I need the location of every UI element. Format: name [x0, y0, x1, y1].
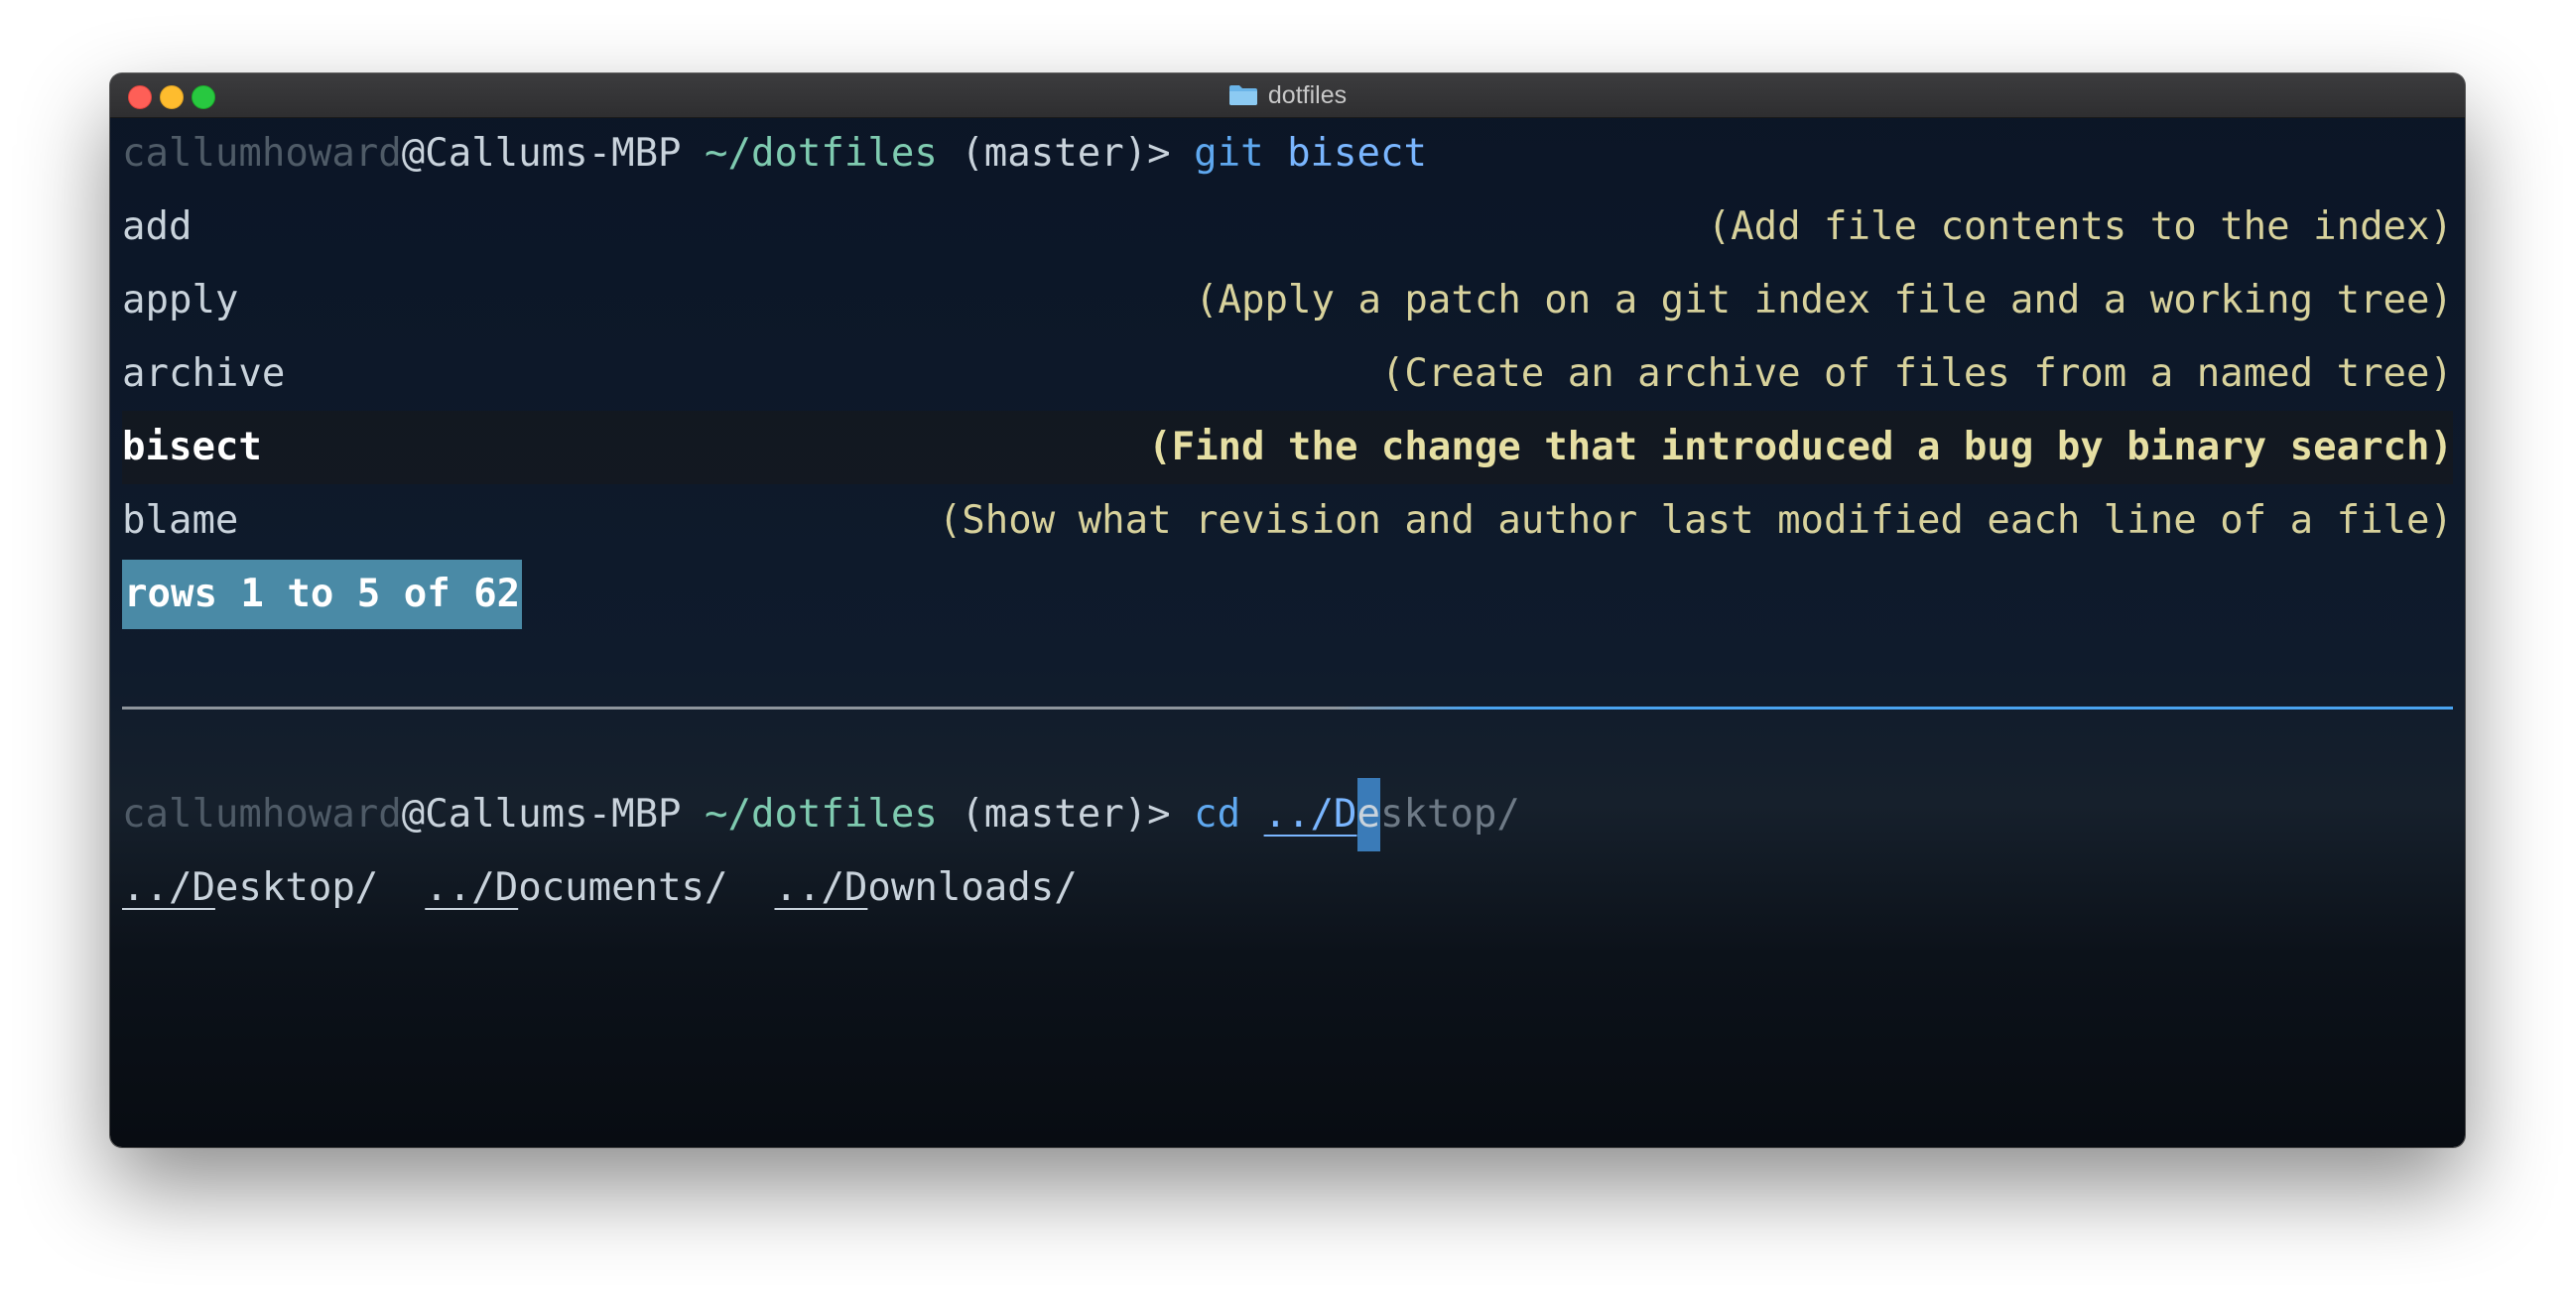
completion-prefix: ../D — [425, 865, 519, 910]
title-bar[interactable]: dotfiles — [110, 73, 2465, 118]
dir-completion-desktop[interactable]: ../Desktop/ — [122, 865, 378, 910]
prompt-line-2[interactable]: callumhoward@Callums-MBP ~/dotfiles (mas… — [122, 778, 2453, 851]
prompt-host: @Callums-MBP — [401, 131, 682, 176]
prompt-path: ~/dotfiles — [705, 792, 938, 837]
dir-completion-downloads[interactable]: ../Downloads/ — [774, 865, 1077, 910]
command-name: cd — [1194, 792, 1241, 837]
pager-status: rows 1 to 5 of 62 — [122, 560, 523, 629]
completion-desc: (Create an archive of files from a named… — [1380, 351, 2453, 396]
window-title: dotfiles — [1267, 80, 1348, 109]
text-cursor: e — [1356, 778, 1380, 851]
prompt-user: callumhoward — [122, 131, 402, 176]
prompt-branch: (master)> — [961, 792, 1171, 837]
dir-completion-documents[interactable]: ../Documents/ — [425, 865, 727, 910]
completion-prefix: ../D — [774, 865, 868, 910]
dir-completions: ../Desktop/ ../Documents/ ../Downloads/ — [122, 851, 2453, 925]
completion-rest: ocuments/ — [518, 865, 728, 910]
completion-name: bisect — [122, 425, 262, 469]
terminal-content[interactable]: callumhoward@Callums-MBP ~/dotfiles (mas… — [122, 117, 2453, 1147]
completion-desc: (Apply a patch on a git index file and a… — [1195, 278, 2453, 323]
completion-row[interactable]: blame (Show what revision and author last… — [122, 484, 2453, 558]
completion-rest: ownloads/ — [867, 865, 1078, 910]
completion-name: archive — [122, 351, 286, 396]
completion-row[interactable]: apply (Apply a patch on a git index file … — [122, 264, 2453, 337]
prompt-host: @Callums-MBP — [401, 792, 682, 837]
prompt-user: callumhoward — [122, 792, 402, 837]
prompt-path: ~/dotfiles — [705, 131, 938, 176]
folder-icon — [1228, 84, 1258, 106]
completion-desc: (Find the change that introduced a bug b… — [1148, 425, 2453, 469]
completion-prefix: ../D — [122, 865, 215, 910]
completion-desc: (Add file contents to the index) — [1707, 204, 2453, 249]
completion-row[interactable]: add (Add file contents to the index) — [122, 191, 2453, 264]
completion-desc: (Show what revision and author last modi… — [938, 498, 2453, 543]
command-arg: bisect — [1287, 131, 1427, 176]
command-name: git — [1194, 131, 1264, 176]
terminal-window: dotfiles callumhoward@Callums-MBP ~/dotf… — [110, 73, 2465, 1147]
completion-rest: esktop/ — [214, 865, 379, 910]
pager-line: rows 1 to 5 of 62 — [122, 558, 2453, 631]
completion-name: add — [122, 204, 193, 249]
separator-line — [122, 707, 2453, 710]
command-typed-arg: ../D — [1263, 792, 1357, 837]
autosuggestion: sktop/ — [1379, 792, 1520, 837]
prompt-branch: (master)> — [961, 131, 1171, 176]
window-title-group: dotfiles — [110, 73, 2465, 117]
prompt-line-1: callumhoward@Callums-MBP ~/dotfiles (mas… — [122, 117, 2453, 191]
completion-name: blame — [122, 498, 239, 543]
completion-name: apply — [122, 278, 239, 323]
completion-row[interactable]: archive (Create an archive of files from … — [122, 337, 2453, 411]
completion-row-selected[interactable]: bisect (Find the change that introduced a… — [122, 411, 2453, 484]
